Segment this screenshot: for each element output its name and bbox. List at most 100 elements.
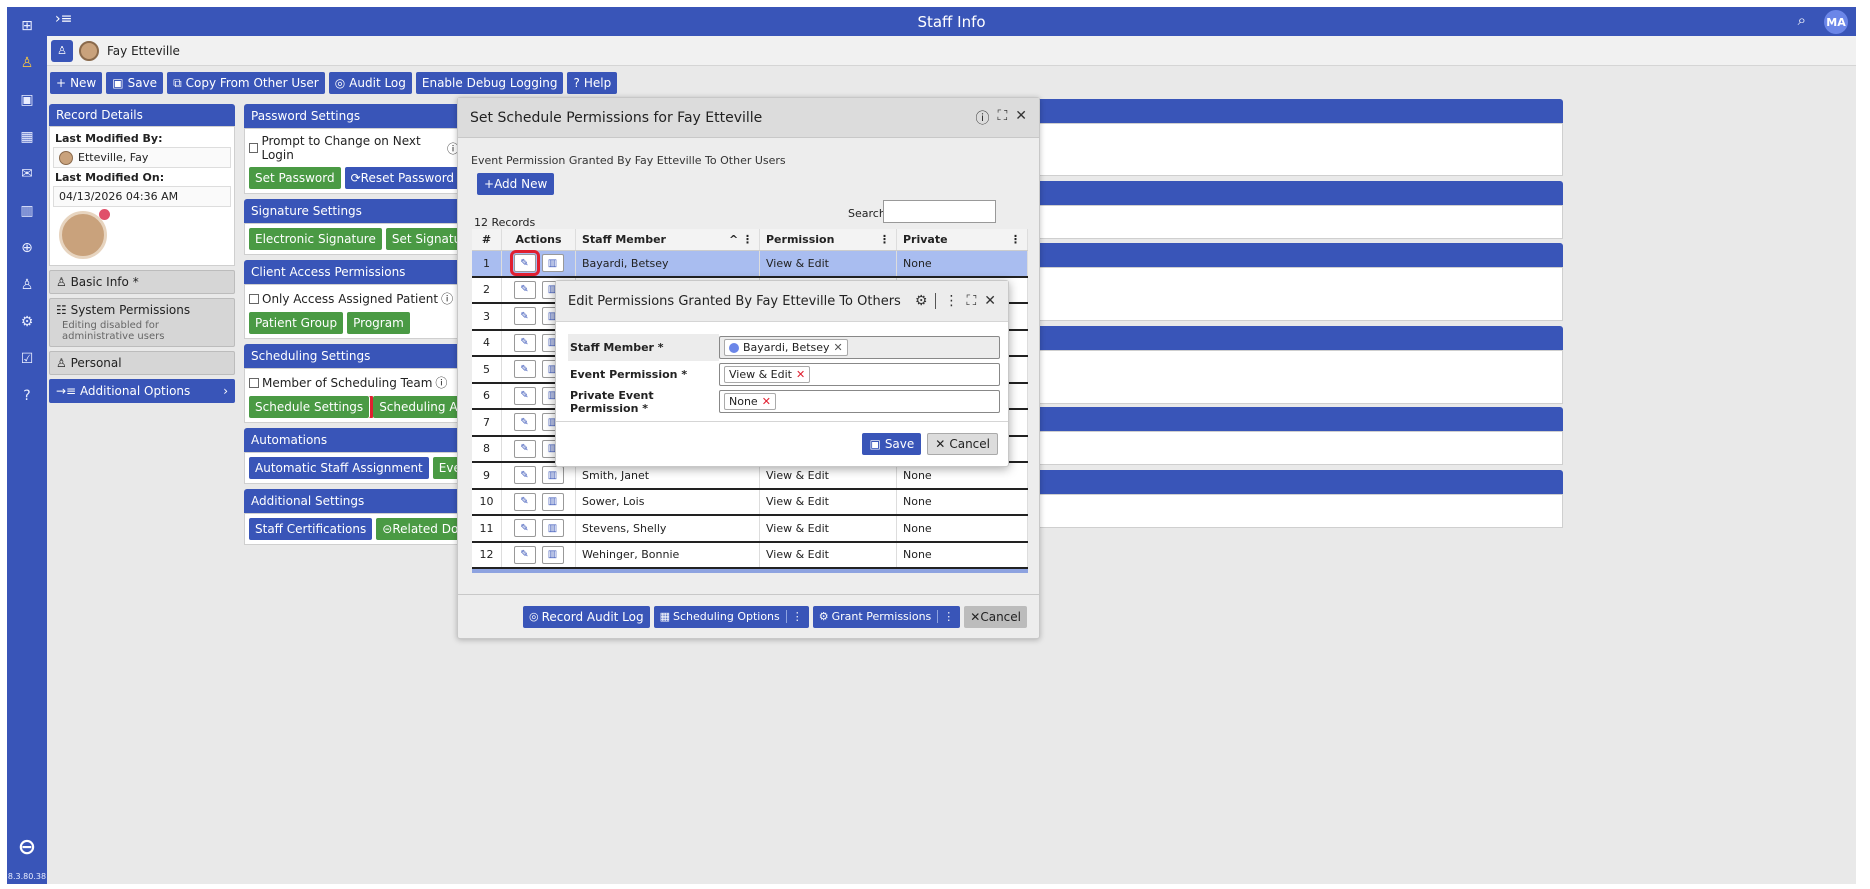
only-assigned-checkbox[interactable]: Only Access Assigned Patient ⓘ (249, 290, 459, 307)
edit-icon[interactable]: ✎ (513, 386, 536, 405)
more-icon[interactable]: ⋮ (944, 293, 958, 309)
close-icon[interactable]: ✕ (1015, 108, 1027, 128)
edit-icon[interactable]: ✎ (513, 280, 536, 299)
automatic-staff-assignment-button[interactable]: Automatic Staff Assignment (249, 457, 429, 479)
question-icon[interactable]: ⓘ (435, 374, 447, 391)
electronic-signature-button[interactable]: Electronic Signature (249, 228, 382, 250)
staff-badge-icon[interactable]: ♙ (51, 39, 73, 62)
search-input[interactable] (883, 200, 996, 223)
prompt-change-checkbox[interactable]: Prompt to Change on Next Login ⓘ (249, 134, 459, 162)
help-button[interactable]: ? Help (567, 72, 618, 94)
checkbox-box[interactable] (249, 293, 259, 304)
calendar-icon[interactable]: ▦ (7, 118, 47, 155)
edit-icon[interactable]: ✎ (513, 466, 536, 485)
nav-additional-options[interactable]: →≡ Additional Options › (49, 379, 235, 403)
building-icon[interactable]: ▥ (7, 192, 47, 229)
maximize-icon[interactable]: ⛶ (966, 293, 976, 309)
more-icon[interactable]: ⋮ (937, 610, 954, 623)
remove-icon[interactable]: ✕ (834, 341, 843, 354)
event-permission-field[interactable]: View & Edit ✕ (719, 363, 1000, 386)
delete-icon[interactable]: ▥ (541, 254, 564, 273)
delete-icon[interactable]: ▥ (541, 466, 564, 485)
edit-icon[interactable]: ✎ (513, 439, 536, 458)
cancel-button[interactable]: ✕ Cancel (964, 605, 1027, 628)
help-icon[interactable]: ? (7, 377, 47, 414)
edit-icon[interactable]: ✎ (509, 250, 540, 277)
app-logo-icon: ⊖ (17, 835, 37, 860)
private-permission-field[interactable]: None ✕ (719, 390, 1000, 413)
edit-icon[interactable]: ✎ (513, 333, 536, 352)
debug-logging-button[interactable]: Enable Debug Logging (415, 72, 564, 94)
col-permission[interactable]: Permission ⋮ (760, 229, 897, 250)
cancel-button[interactable]: ✕ Cancel (927, 433, 998, 455)
col-number[interactable]: # (472, 229, 502, 250)
grant-permissions-button[interactable]: ⚙ Grant Permissions ⋮ (812, 605, 961, 628)
sort-up-icon[interactable]: ^ ⋮ (729, 233, 753, 246)
user-avatar[interactable]: MA (1824, 10, 1848, 34)
checklist-icon[interactable]: ☑ (7, 340, 47, 377)
help-icon[interactable]: ⓘ (975, 108, 989, 128)
gear-icon[interactable]: ⚙ (915, 293, 928, 309)
scheduling-team-label: Member of Scheduling Team (262, 375, 433, 390)
delete-icon[interactable]: ▥ (541, 519, 564, 538)
schedule-settings-button[interactable]: Schedule Settings (249, 396, 374, 418)
save-button[interactable]: ▣ Save (106, 72, 164, 94)
medical-icon[interactable]: ⊕ (7, 229, 47, 266)
scheduling-availability-button[interactable]: Scheduling Availability (373, 396, 459, 418)
scheduling-team-checkbox[interactable]: Member of Scheduling Team ⓘ (249, 374, 459, 391)
gear-icon[interactable]: ⚙ (7, 303, 47, 340)
nav-basic-info[interactable]: ♙ Basic Info * (49, 270, 235, 294)
table-row[interactable]: 10 ✎ ▥ Sower, Lois View & Edit None (472, 489, 1028, 516)
edit-icon[interactable]: ✎ (513, 519, 536, 538)
nav-system-permissions[interactable]: ☷ System Permissions Editing disabled for… (49, 298, 235, 347)
patient-group-button[interactable]: Patient Group (249, 312, 344, 334)
remove-icon[interactable]: ✕ (796, 368, 805, 381)
staff-certifications-button[interactable]: Staff Certifications (249, 518, 373, 540)
scheduling-options-button[interactable]: ▦ Scheduling Options ⋮ (653, 605, 809, 628)
new-button[interactable]: + New (50, 72, 103, 94)
audit-log-button[interactable]: ◎ Audit Log (328, 72, 412, 94)
table-row[interactable]: 1 ✎ ▥ Bayardi, Betsey View & Edit None (472, 250, 1028, 278)
program-button[interactable]: Program (347, 312, 410, 334)
staff-icon[interactable]: ♙ (7, 44, 47, 81)
record-audit-log-button[interactable]: ◎ Record Audit Log (523, 605, 650, 628)
event-appointment-button[interactable]: Event/Appointment (432, 457, 459, 479)
col-staff-member[interactable]: Staff Member ^ ⋮ (576, 229, 760, 250)
edit-icon[interactable]: ✎ (513, 492, 536, 511)
staff-member-field[interactable]: Bayardi, Betsey ✕ (719, 336, 1000, 359)
close-icon[interactable]: ✕ (984, 293, 996, 309)
maximize-icon[interactable]: ⛶ (997, 108, 1007, 128)
delete-icon[interactable]: ▥ (541, 492, 564, 511)
remove-photo-icon[interactable] (99, 209, 110, 220)
grid-icon[interactable]: ⊞ (7, 7, 47, 44)
checkbox-box[interactable] (249, 143, 259, 153)
column-menu-icon[interactable]: ⋮ (879, 233, 890, 246)
copy-button[interactable]: ⧉ Copy From Other User (167, 72, 325, 94)
col-private[interactable]: Private ⋮ (897, 229, 1028, 250)
question-icon[interactable]: ⓘ (441, 290, 453, 307)
table-row[interactable]: 12 ✎ ▥ Wehinger, Bonnie View & Edit None (472, 542, 1028, 569)
related-documents-button[interactable]: ⊝ Related Documents (376, 518, 459, 540)
delete-icon[interactable]: ▥ (541, 545, 564, 564)
reset-password-button[interactable]: ⟳ Reset Password (344, 167, 459, 189)
contact-icon[interactable]: ▣ (7, 81, 47, 118)
user-icon[interactable]: ♙ (7, 266, 47, 303)
edit-icon[interactable]: ✎ (513, 413, 536, 432)
column-menu-icon[interactable]: ⋮ (1010, 233, 1021, 246)
search-icon[interactable]: ⌕ (1798, 11, 1806, 29)
set-password-button[interactable]: Set Password (249, 167, 341, 189)
save-button[interactable]: ▣ Save (862, 433, 922, 455)
set-signature-pin-button[interactable]: Set Signature PIN (385, 228, 459, 250)
add-new-button[interactable]: + Add New (477, 173, 555, 195)
help-label: Help (583, 76, 612, 90)
nav-personal[interactable]: ♙ Personal (49, 351, 235, 375)
remove-icon[interactable]: ✕ (762, 395, 771, 408)
edit-icon[interactable]: ✎ (513, 545, 536, 564)
edit-icon[interactable]: ✎ (513, 307, 536, 326)
checkbox-box[interactable] (249, 377, 259, 388)
table-row[interactable]: 11 ✎ ▥ Stevens, Shelly View & Edit None (472, 516, 1028, 543)
more-icon[interactable]: ⋮ (785, 610, 803, 623)
staff-photo[interactable] (59, 209, 110, 259)
edit-icon[interactable]: ✎ (513, 360, 536, 379)
mail-icon[interactable]: ✉ (7, 155, 47, 192)
